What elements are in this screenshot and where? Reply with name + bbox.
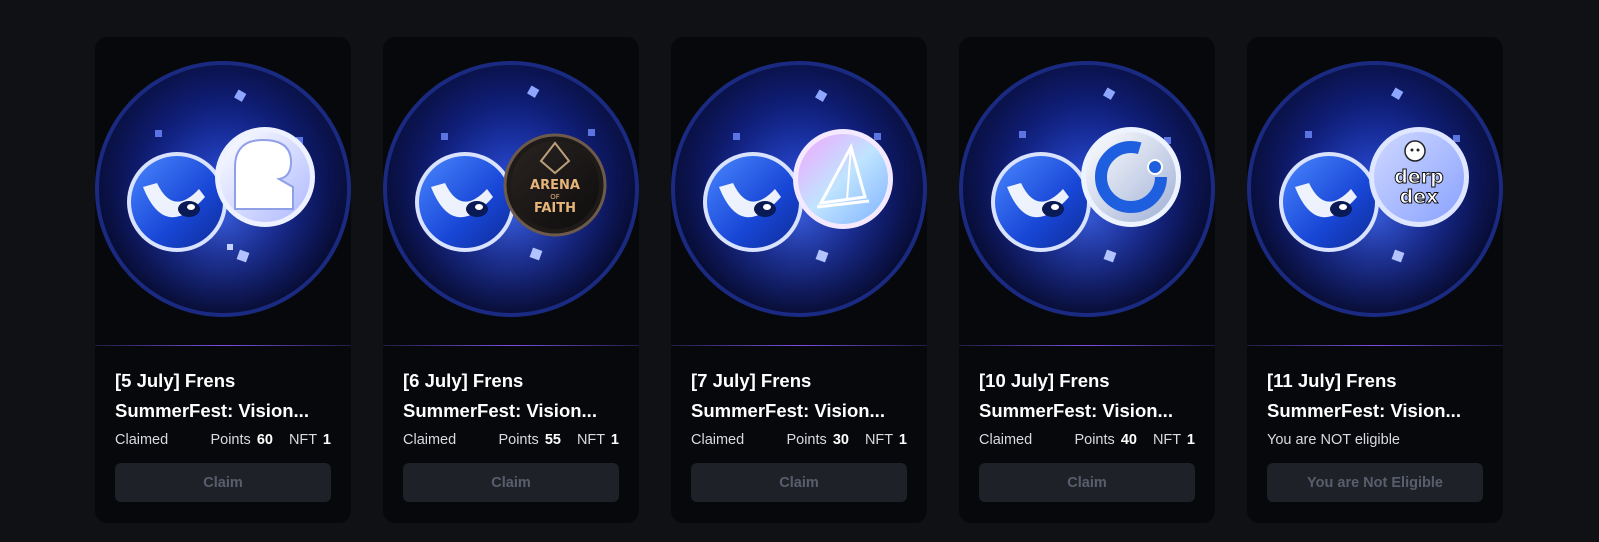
card-artwork: [95, 37, 351, 345]
claim-button[interactable]: Claim: [691, 463, 907, 502]
card-meta: Claimed Points 30 NFT 1: [691, 432, 907, 448]
frens-coin-icon: [991, 152, 1091, 252]
points-stat: Points 60: [210, 432, 273, 448]
eligibility-status: You are NOT eligible: [1267, 432, 1400, 448]
card-artwork: [671, 37, 927, 345]
ring-logo-icon: [1081, 127, 1181, 227]
claim-status: Claimed: [691, 432, 745, 448]
claim-status: Claimed: [403, 432, 457, 448]
quest-card-grid: [5 July] Frens SummerFest: Vision... Clai…: [95, 37, 1503, 523]
frens-coin-icon: [127, 152, 227, 252]
quest-card[interactable]: [10 July] Frens SummerFest: Vision... Cla…: [959, 37, 1215, 523]
points-stat: Points 40: [1074, 432, 1137, 448]
derp-dex-logo-icon: derp dex: [1369, 127, 1469, 227]
white-ghost-logo-icon: [215, 127, 315, 227]
card-artwork: derp dex: [1247, 37, 1503, 345]
card-title: [7 July] Frens SummerFest: Vision...: [691, 370, 885, 421]
frens-coin-icon: [415, 152, 515, 252]
points-stat: Points 55: [498, 432, 561, 448]
nft-stat: NFT 1: [1152, 432, 1195, 448]
svg-text:FAITH: FAITH: [534, 201, 576, 216]
claim-status: Claimed: [115, 432, 169, 448]
arena-of-faith-logo-icon: ARENA OF FAITH: [503, 133, 607, 237]
card-meta: Claimed Points 40 NFT 1: [979, 432, 1195, 448]
nft-stat: NFT 1: [576, 432, 619, 448]
card-title: [11 July] Frens SummerFest: Vision...: [1267, 370, 1461, 421]
quest-card[interactable]: ARENA OF FAITH [6 July] Frens SummerFest:…: [383, 37, 639, 523]
card-title: [10 July] Frens SummerFest: Vision...: [979, 370, 1173, 421]
svg-text:dex: dex: [1400, 186, 1439, 208]
nft-stat: NFT 1: [288, 432, 331, 448]
svg-text:OF: OF: [550, 193, 560, 201]
card-meta: Claimed Points 60 NFT 1: [115, 432, 331, 448]
quest-card[interactable]: [7 July] Frens SummerFest: Vision... Clai…: [671, 37, 927, 523]
claim-button[interactable]: Claim: [115, 463, 331, 502]
frens-coin-icon: [703, 152, 803, 252]
card-divider: [383, 345, 639, 346]
card-artwork: [959, 37, 1215, 345]
card-divider: [1247, 345, 1503, 346]
frens-coin-icon: [1279, 152, 1379, 252]
card-title: [5 July] Frens SummerFest: Vision...: [115, 370, 309, 421]
card-title: [6 July] Frens SummerFest: Vision...: [403, 370, 597, 421]
card-divider: [95, 345, 351, 346]
card-divider: [959, 345, 1215, 346]
card-meta: You are NOT eligible: [1267, 432, 1483, 448]
quest-card[interactable]: derp dex [11 July] Frens SummerFest: Visi…: [1247, 37, 1503, 523]
sailboat-logo-icon: [793, 129, 893, 229]
claim-button[interactable]: Claim: [403, 463, 619, 502]
card-meta: Claimed Points 55 NFT 1: [403, 432, 619, 448]
svg-text:ARENA: ARENA: [530, 178, 580, 193]
svg-text:derp: derp: [1394, 166, 1443, 188]
nft-stat: NFT 1: [864, 432, 907, 448]
points-stat: Points 30: [786, 432, 849, 448]
not-eligible-button[interactable]: You are Not Eligible: [1267, 463, 1483, 502]
card-divider: [671, 345, 927, 346]
claim-status: Claimed: [979, 432, 1033, 448]
quest-card[interactable]: [5 July] Frens SummerFest: Vision... Clai…: [95, 37, 351, 523]
claim-button[interactable]: Claim: [979, 463, 1195, 502]
card-artwork: ARENA OF FAITH: [383, 37, 639, 345]
